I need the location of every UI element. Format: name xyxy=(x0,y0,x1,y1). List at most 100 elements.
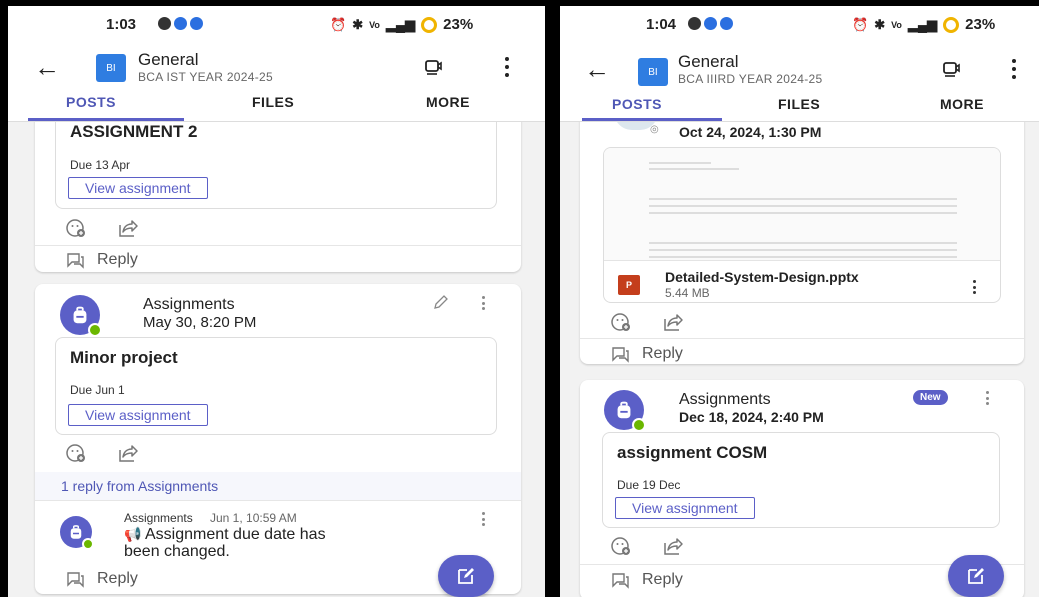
add-reaction-icon[interactable] xyxy=(610,535,632,557)
presence-available-icon xyxy=(632,418,646,432)
alarm-icon: ⏰ xyxy=(852,16,869,32)
preview-line xyxy=(649,168,739,170)
more-options-icon[interactable] xyxy=(1011,59,1017,79)
add-reaction-icon[interactable] xyxy=(65,217,87,239)
reply-button[interactable]: Reply xyxy=(65,250,138,270)
phone-screen-right: 1:04 ⏰ ✱ Vo ▂▄▆ 23% ← BI General BCA III… xyxy=(560,6,1039,597)
new-post-button[interactable] xyxy=(948,555,1004,597)
post-card: ◎ Oct 24, 2024, 1:30 PM P Detailed-Syste… xyxy=(580,122,1024,364)
assignments-avatar[interactable] xyxy=(60,295,102,337)
file-name: Detailed-System-Design.pptx xyxy=(665,269,859,285)
phone-screen-left: 1:03 ⏰ ✱ Vo ▂▄▆ 23% ← BI General BCA IST… xyxy=(8,6,545,597)
add-reaction-icon[interactable] xyxy=(610,311,632,333)
tab-files[interactable]: FILES xyxy=(778,96,820,112)
reaction-row xyxy=(610,311,684,333)
view-assignment-button[interactable]: View assignment xyxy=(615,497,755,519)
share-icon[interactable] xyxy=(117,217,139,239)
reply-button[interactable]: Reply xyxy=(65,569,138,589)
posts-feed[interactable]: ASSIGNMENT 2 Due 13 Apr View assignment … xyxy=(8,122,545,597)
battery-percent: 23% xyxy=(443,16,474,33)
view-assignment-button[interactable]: View assignment xyxy=(68,177,208,199)
post-more-icon[interactable] xyxy=(482,296,486,310)
assignments-avatar[interactable] xyxy=(60,516,94,550)
notification-icon xyxy=(190,17,203,30)
battery-icon xyxy=(943,16,960,33)
post-author[interactable]: Assignments xyxy=(143,296,235,314)
volte-icon: Vo xyxy=(369,19,380,30)
preview-line xyxy=(649,242,957,244)
card-divider xyxy=(35,245,521,246)
team-avatar[interactable]: BI xyxy=(638,58,668,86)
add-reaction-icon[interactable] xyxy=(65,442,87,464)
channel-tabs: POSTS FILES MORE xyxy=(560,94,1039,122)
post-card: ASSIGNMENT 2 Due 13 Apr View assignment … xyxy=(35,122,521,272)
alarm-icon: ⏰ xyxy=(330,16,347,32)
reply-button[interactable]: Reply xyxy=(610,570,683,590)
assignments-avatar[interactable] xyxy=(604,390,646,432)
bluetooth-icon: ✱ xyxy=(874,16,886,32)
reply-icon xyxy=(612,347,629,363)
assignment-title: assignment COSM xyxy=(617,443,768,462)
powerpoint-file-icon: P xyxy=(618,275,640,295)
reply-button[interactable]: Reply xyxy=(610,344,683,364)
backpack-icon xyxy=(617,401,631,419)
assignment-card[interactable]: assignment COSM Due 19 Dec View assignme… xyxy=(602,432,1000,528)
preview-line xyxy=(649,162,711,164)
file-preview xyxy=(604,148,1000,260)
active-tab-indicator xyxy=(28,118,184,121)
tab-more[interactable]: MORE xyxy=(940,96,984,112)
reply-icon xyxy=(612,573,629,589)
assignment-card[interactable]: ASSIGNMENT 2 Due 13 Apr View assignment xyxy=(55,122,497,209)
tab-posts[interactable]: POSTS xyxy=(66,94,116,110)
compose-icon xyxy=(968,568,984,584)
reply-more-icon[interactable] xyxy=(482,512,486,526)
edit-pencil-icon[interactable] xyxy=(433,294,449,310)
reply-message-line-1: Assignment due date has xyxy=(145,526,326,543)
notification-icon xyxy=(688,17,701,30)
replies-link[interactable]: 1 reply from Assignments xyxy=(61,478,218,494)
share-icon[interactable] xyxy=(662,535,684,557)
status-bar: 1:03 ⏰ ✱ Vo ▂▄▆ 23% xyxy=(8,6,545,42)
new-badge: New xyxy=(913,390,948,405)
post-more-icon[interactable] xyxy=(986,391,990,405)
reply-icon xyxy=(67,572,84,588)
post-author[interactable]: Assignments xyxy=(679,391,771,409)
back-arrow-icon[interactable]: ← xyxy=(34,54,60,80)
back-arrow-icon[interactable]: ← xyxy=(584,56,610,82)
assignment-due: Due Jun 1 xyxy=(70,383,125,397)
preview-line xyxy=(649,212,957,214)
file-attachment[interactable]: P Detailed-System-Design.pptx 5.44 MB xyxy=(603,147,1001,303)
tab-posts[interactable]: POSTS xyxy=(612,96,662,112)
view-assignment-button[interactable]: View assignment xyxy=(68,404,208,426)
preview-line xyxy=(649,256,957,258)
share-icon[interactable] xyxy=(662,311,684,333)
reply-label: Reply xyxy=(97,570,138,587)
team-avatar[interactable]: BI xyxy=(96,54,126,82)
reply-label: Reply xyxy=(97,251,138,268)
file-more-icon[interactable] xyxy=(973,280,977,294)
play-icon: ◎ xyxy=(650,124,659,135)
share-icon[interactable] xyxy=(117,442,139,464)
signal-icon: ▂▄▆ xyxy=(385,16,416,32)
reply-timestamp: Jun 1, 10:59 AM xyxy=(210,511,297,525)
volte-icon: Vo xyxy=(891,19,902,30)
tab-more[interactable]: MORE xyxy=(426,94,470,110)
assignment-title: ASSIGNMENT 2 xyxy=(70,122,198,141)
bluetooth-icon: ✱ xyxy=(352,16,364,32)
battery-icon xyxy=(421,16,438,33)
new-post-button[interactable] xyxy=(438,555,494,597)
status-bar: 1:04 ⏰ ✱ Vo ▂▄▆ 23% xyxy=(560,6,1039,42)
preview-line xyxy=(649,249,957,251)
tab-files[interactable]: FILES xyxy=(252,94,294,110)
channel-header: ← BI General BCA IST YEAR 2024-25 xyxy=(8,42,545,94)
reply-author: Assignments xyxy=(124,511,193,525)
file-size: 5.44 MB xyxy=(665,286,710,300)
assignment-card[interactable]: Minor project Due Jun 1 View assignment xyxy=(55,337,497,435)
notification-icon xyxy=(704,17,717,30)
backpack-icon xyxy=(73,306,87,324)
posts-feed[interactable]: ◎ Oct 24, 2024, 1:30 PM P Detailed-Syste… xyxy=(560,122,1039,597)
more-options-icon[interactable] xyxy=(504,57,510,77)
meet-now-icon[interactable] xyxy=(941,58,961,78)
meet-now-icon[interactable] xyxy=(423,56,443,76)
system-icons: ⏰ ✱ Vo ▂▄▆ 23% xyxy=(852,16,995,33)
